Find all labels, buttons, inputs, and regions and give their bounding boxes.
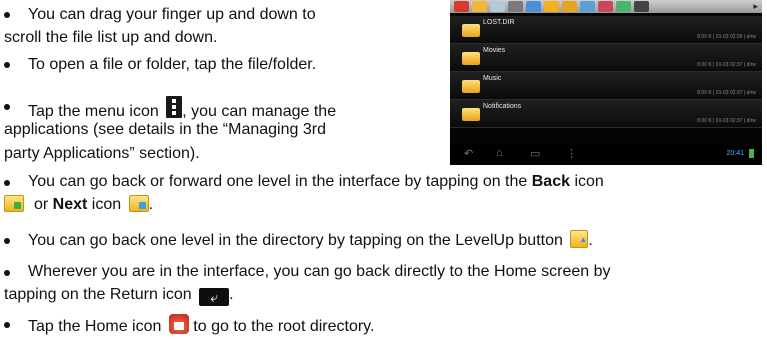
bullet-dot [4, 104, 10, 110]
bullet-7-line-1: Tap the Home icon to go to the root dire… [28, 314, 374, 336]
file-row: Music 8.00 K | 01-03 02:37 | d/rw [450, 72, 762, 100]
levelup-icon [570, 230, 589, 249]
bullet-dot [4, 238, 10, 244]
file-row-meta: 8.00 K | 01-03 02:36 | d/rw [697, 34, 756, 40]
bullet-dot [4, 270, 10, 276]
bullet-2-line-1: To open a file or folder, tap the file/f… [28, 56, 317, 73]
file-row-meta: 8.00 K | 01-03 02:37 | d/rw [697, 118, 756, 124]
bullet-3-text-b: , you can manage the [182, 103, 337, 120]
bullet-1-line-1: You can drag your finger up and down to [28, 6, 316, 23]
file-row: LOST.DIR 8.00 K | 01-03 02:36 | d/rw [450, 16, 762, 44]
folder-icon [462, 24, 480, 37]
file-row: Notifications 8.00 K | 01-03 02:37 | d/r… [450, 100, 762, 128]
toolbar-select-icon [580, 1, 595, 12]
bullet-6-line-2: tapping on the Return icon ⤶. [4, 285, 234, 306]
folder-icon [462, 52, 480, 65]
bullet-3-line-3: party Applications” section). [4, 145, 200, 162]
menu-icon [166, 96, 183, 118]
status-time: 20:41 [726, 150, 744, 157]
bullet-4-text-d: icon [87, 196, 126, 213]
toolbar-anchor-icon [634, 1, 649, 12]
bullet-dot [4, 62, 10, 68]
toolbar-app-icon [598, 1, 613, 12]
bullet-4-text-b: icon [570, 173, 604, 190]
bullet-dot [4, 12, 10, 18]
nav-recent-icon: ▭ [530, 148, 541, 160]
bullet-6-line-1: Wherever you are in the interface, you c… [28, 263, 611, 280]
android-nav-bar: ↶ ⌂ ▭ ⋮ 20:41 [450, 143, 762, 165]
toolbar-copy-icon [490, 1, 505, 12]
folder-icon [462, 80, 480, 93]
bullet-3-text-a: Tap the menu icon [28, 103, 164, 120]
nav-menu-icon: ⋮ [566, 148, 577, 160]
file-row: Movies 8.00 K | 01-03 02:37 | d/rw [450, 44, 762, 72]
bullet-4-line-2: or Next icon . [4, 195, 153, 214]
file-row-meta: 8.00 K | 01-03 02:37 | d/rw [697, 90, 756, 96]
file-row-name: LOST.DIR [483, 19, 515, 26]
toolbar-cut-icon [508, 1, 523, 12]
home-icon [168, 314, 189, 334]
next-folder-icon [128, 195, 149, 212]
back-folder-icon [4, 195, 24, 212]
battery-icon [749, 149, 754, 158]
bullet-3-line-2: applications (see details in the “Managi… [4, 121, 326, 138]
file-manager-screenshot: ▸ LOST.DIR 8.00 K | 01-03 02:36 | d/rw M… [450, 0, 762, 165]
bullet-dot [4, 180, 10, 186]
bullet-5-text-b: . [588, 232, 593, 249]
file-manager-toolbar: ▸ [450, 0, 762, 13]
bullet-3-line-1: Tap the menu icon , you can manage the [28, 96, 336, 121]
nav-home-icon: ⌂ [496, 147, 503, 159]
bullet-1-line-2: scroll the file list up and down. [4, 29, 218, 46]
folder-icon [462, 108, 480, 121]
toolbar-back-folder-icon [544, 1, 559, 12]
toolbar-scroll-arrow-icon: ▸ [753, 1, 758, 11]
bullet-4-text-e: . [148, 196, 154, 213]
return-icon: ⤶ [199, 288, 230, 306]
toolbar-search-icon [526, 1, 541, 12]
toolbar-levelup-icon [472, 1, 487, 12]
bullet-6-text-b: . [229, 286, 234, 303]
bullet-5-text-a: You can go back one level in the directo… [28, 232, 568, 249]
back-label: Back [531, 173, 570, 190]
next-label: Next [52, 196, 88, 213]
bullet-4-text-c: or [34, 196, 53, 213]
bullet-4-text-a: You can go back or forward one level in … [28, 173, 532, 190]
bullet-dot [4, 322, 10, 328]
toolbar-settings-icon [616, 1, 631, 12]
bullet-7-text-b: to go to the root directory. [188, 318, 375, 335]
file-row-name: Music [483, 75, 502, 82]
nav-back-icon: ↶ [464, 148, 474, 160]
bullet-5-line-1: You can go back one level in the directo… [28, 230, 593, 250]
file-row-meta: 8.00 K | 01-03 02:37 | d/rw [697, 62, 756, 68]
file-row-name: Movies [483, 47, 506, 54]
bullet-7-text-a: Tap the Home icon [28, 318, 166, 335]
bullet-6-text-a: tapping on the Return icon [4, 286, 197, 303]
file-row-name: Notifications [483, 103, 522, 110]
bullet-4-line-1: You can go back or forward one level in … [28, 172, 604, 191]
toolbar-next-folder-icon [562, 1, 577, 12]
toolbar-home-icon [454, 1, 469, 12]
